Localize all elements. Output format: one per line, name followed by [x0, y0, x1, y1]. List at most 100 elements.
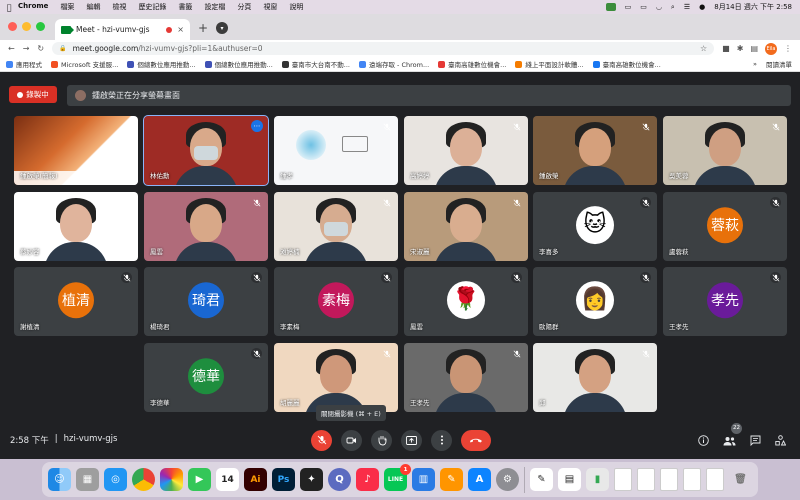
bookmark-item[interactable]: 個總數位應用推動...	[204, 59, 273, 69]
menu-item[interactable]: 分頁	[237, 2, 251, 12]
bookmarks-more-button[interactable]: »	[753, 60, 757, 68]
reading-list-button[interactable]: 閱讀清單	[766, 59, 800, 69]
participant-tile[interactable]: 植清 謝植清	[14, 267, 138, 336]
tab-search-button[interactable]: ▾	[216, 22, 229, 34]
menu-item[interactable]: 編輯	[86, 2, 100, 12]
tab-meet[interactable]: Meet - hzi-vumv-gjs ×	[55, 19, 190, 40]
participant-tile[interactable]: 德華 李德華	[144, 343, 268, 412]
activities-button[interactable]	[775, 431, 787, 450]
back-arrow-icon[interactable]: ←	[8, 44, 15, 53]
maximize-window-button[interactable]	[36, 22, 45, 31]
participant-tile[interactable]: 👩 歐陽群	[533, 267, 657, 336]
participant-tile[interactable]: 吳美蓉	[663, 116, 787, 185]
photoshop-icon[interactable]: Ps	[272, 468, 295, 491]
facetime-icon[interactable]: ▶	[188, 468, 211, 491]
participant-tile[interactable]: 高婷婷	[404, 116, 528, 185]
keynote-icon[interactable]: ▥	[412, 468, 435, 491]
quicktime-icon[interactable]: Q	[328, 468, 351, 491]
new-tab-button[interactable]: +	[190, 21, 216, 40]
bookmark-star-icon[interactable]: ☆	[700, 44, 707, 53]
people-button[interactable]: 22	[723, 422, 742, 450]
menu-item[interactable]: 歷史記錄	[138, 2, 166, 12]
kebab-menu-icon[interactable]: ⋮	[784, 44, 792, 53]
chat-button[interactable]	[750, 431, 761, 450]
participant-tile[interactable]: 鍾啟榮(簡報)	[14, 116, 138, 185]
participant-tile[interactable]: 🐱 李喜多	[533, 192, 657, 261]
menu-item[interactable]: 視窗	[263, 2, 277, 12]
tab-close-button[interactable]: ×	[177, 25, 184, 34]
textedit-icon[interactable]: ✎	[530, 468, 553, 491]
camera-toggle-button[interactable]	[341, 429, 362, 451]
document-icon[interactable]	[706, 468, 724, 491]
mic-toggle-button[interactable]	[311, 429, 332, 451]
numbers-icon[interactable]: ▤	[558, 468, 581, 491]
menubar-clock[interactable]: 8月14日 週六 下午 2:58	[714, 2, 792, 12]
document-icon[interactable]	[614, 468, 632, 491]
participant-tile[interactable]: ⋯ 林佑勳	[143, 115, 269, 186]
trash-icon[interactable]: 🗑	[729, 468, 752, 491]
forward-arrow-icon[interactable]: →	[23, 44, 30, 53]
menu-item[interactable]: 書籤	[178, 2, 192, 12]
music-icon[interactable]: ♪	[356, 468, 379, 491]
participant-tile[interactable]: 素梅 李素梅	[274, 267, 398, 336]
participant-tile[interactable]: 鳳雲	[144, 192, 268, 261]
screen-icon[interactable]: ▭	[625, 3, 632, 11]
camera-icon[interactable]: ■	[722, 44, 730, 53]
extensions-icon[interactable]: ✱	[737, 44, 744, 53]
battery-icon[interactable]: ▭	[640, 3, 647, 11]
bookmark-item[interactable]: 應用程式	[6, 59, 42, 69]
system-preferences-icon[interactable]: ⚙	[496, 468, 519, 491]
bookmark-item[interactable]: 臺南高雄數位機會...	[592, 59, 661, 69]
charts-icon[interactable]: ▮	[586, 468, 609, 491]
photos-icon[interactable]	[160, 468, 183, 491]
lock-icon[interactable]: 🔒	[59, 45, 66, 52]
pages-icon[interactable]: ✎	[440, 468, 463, 491]
tile-options-button[interactable]: ⋯	[251, 120, 263, 132]
bookmark-item[interactable]: 個總數位應用推動...	[127, 59, 196, 69]
final-cut-icon[interactable]: ✦	[300, 468, 323, 491]
line-icon[interactable]: LINE 1	[384, 464, 411, 491]
apple-icon[interactable]: 	[0, 3, 18, 12]
document-icon[interactable]	[683, 468, 701, 491]
minimize-window-button[interactable]	[22, 22, 31, 31]
recording-indicator[interactable]: 錄製中	[9, 86, 57, 103]
tab-group-icon[interactable]: ▤	[750, 44, 758, 53]
more-options-button[interactable]	[431, 429, 452, 451]
participant-tile[interactable]: 王孝先	[404, 343, 528, 412]
search-icon[interactable]: ⌕	[671, 3, 675, 12]
menu-app-name[interactable]: Chrome	[18, 2, 48, 12]
raise-hand-button[interactable]	[371, 429, 392, 451]
bookmark-item[interactable]: Microsoft 支援服...	[51, 59, 118, 69]
calendar-icon[interactable]: 14	[216, 468, 239, 491]
participant-tile[interactable]: 蓉萩 盧蓉萩	[663, 192, 787, 261]
participant-tile[interactable]: 琦君 楊琦君	[144, 267, 268, 336]
participant-tile[interactable]: 胡麗麗	[274, 343, 398, 412]
illustrator-icon[interactable]: Ai	[244, 468, 267, 491]
close-window-button[interactable]	[8, 22, 17, 31]
participant-tile[interactable]: 滩婷楠	[274, 192, 398, 261]
finder-icon[interactable]: ☺	[48, 468, 71, 491]
participant-tile[interactable]: 宋淑麗	[404, 192, 528, 261]
wechat-icon[interactable]	[605, 3, 616, 11]
leave-call-button[interactable]	[461, 429, 491, 451]
safari-icon[interactable]: ◎	[104, 468, 127, 491]
profile-avatar[interactable]: Eila	[765, 42, 777, 55]
wifi-icon[interactable]: ◡	[656, 3, 662, 11]
document-icon[interactable]	[637, 468, 655, 491]
meeting-details-button[interactable]	[698, 431, 709, 450]
bookmark-item[interactable]: 臺南市大台南不動...	[281, 59, 350, 69]
menu-item[interactable]: 檔案	[60, 2, 74, 12]
present-screen-button[interactable]	[401, 429, 422, 451]
control-center-icon[interactable]: ☰	[684, 3, 690, 11]
participant-tile[interactable]: 鍾啟榮	[533, 116, 657, 185]
menu-item[interactable]: 說明	[289, 2, 303, 12]
bookmark-item[interactable]: 遠端存取 - Chrom...	[358, 59, 429, 69]
participant-tile[interactable]: 孝先 王孝先	[663, 267, 787, 336]
participant-tile[interactable]: 邱	[533, 343, 657, 412]
participant-tile[interactable]: 🌹 鳳雲	[404, 267, 528, 336]
siri-icon[interactable]: ●	[699, 3, 705, 11]
app-store-icon[interactable]: A	[468, 468, 491, 491]
address-bar[interactable]: 🔒 meet.google.com /hzi-vumv-gjs?pli=1&au…	[52, 42, 715, 55]
reload-icon[interactable]: ↻	[37, 44, 44, 53]
chrome-icon[interactable]	[132, 468, 155, 491]
